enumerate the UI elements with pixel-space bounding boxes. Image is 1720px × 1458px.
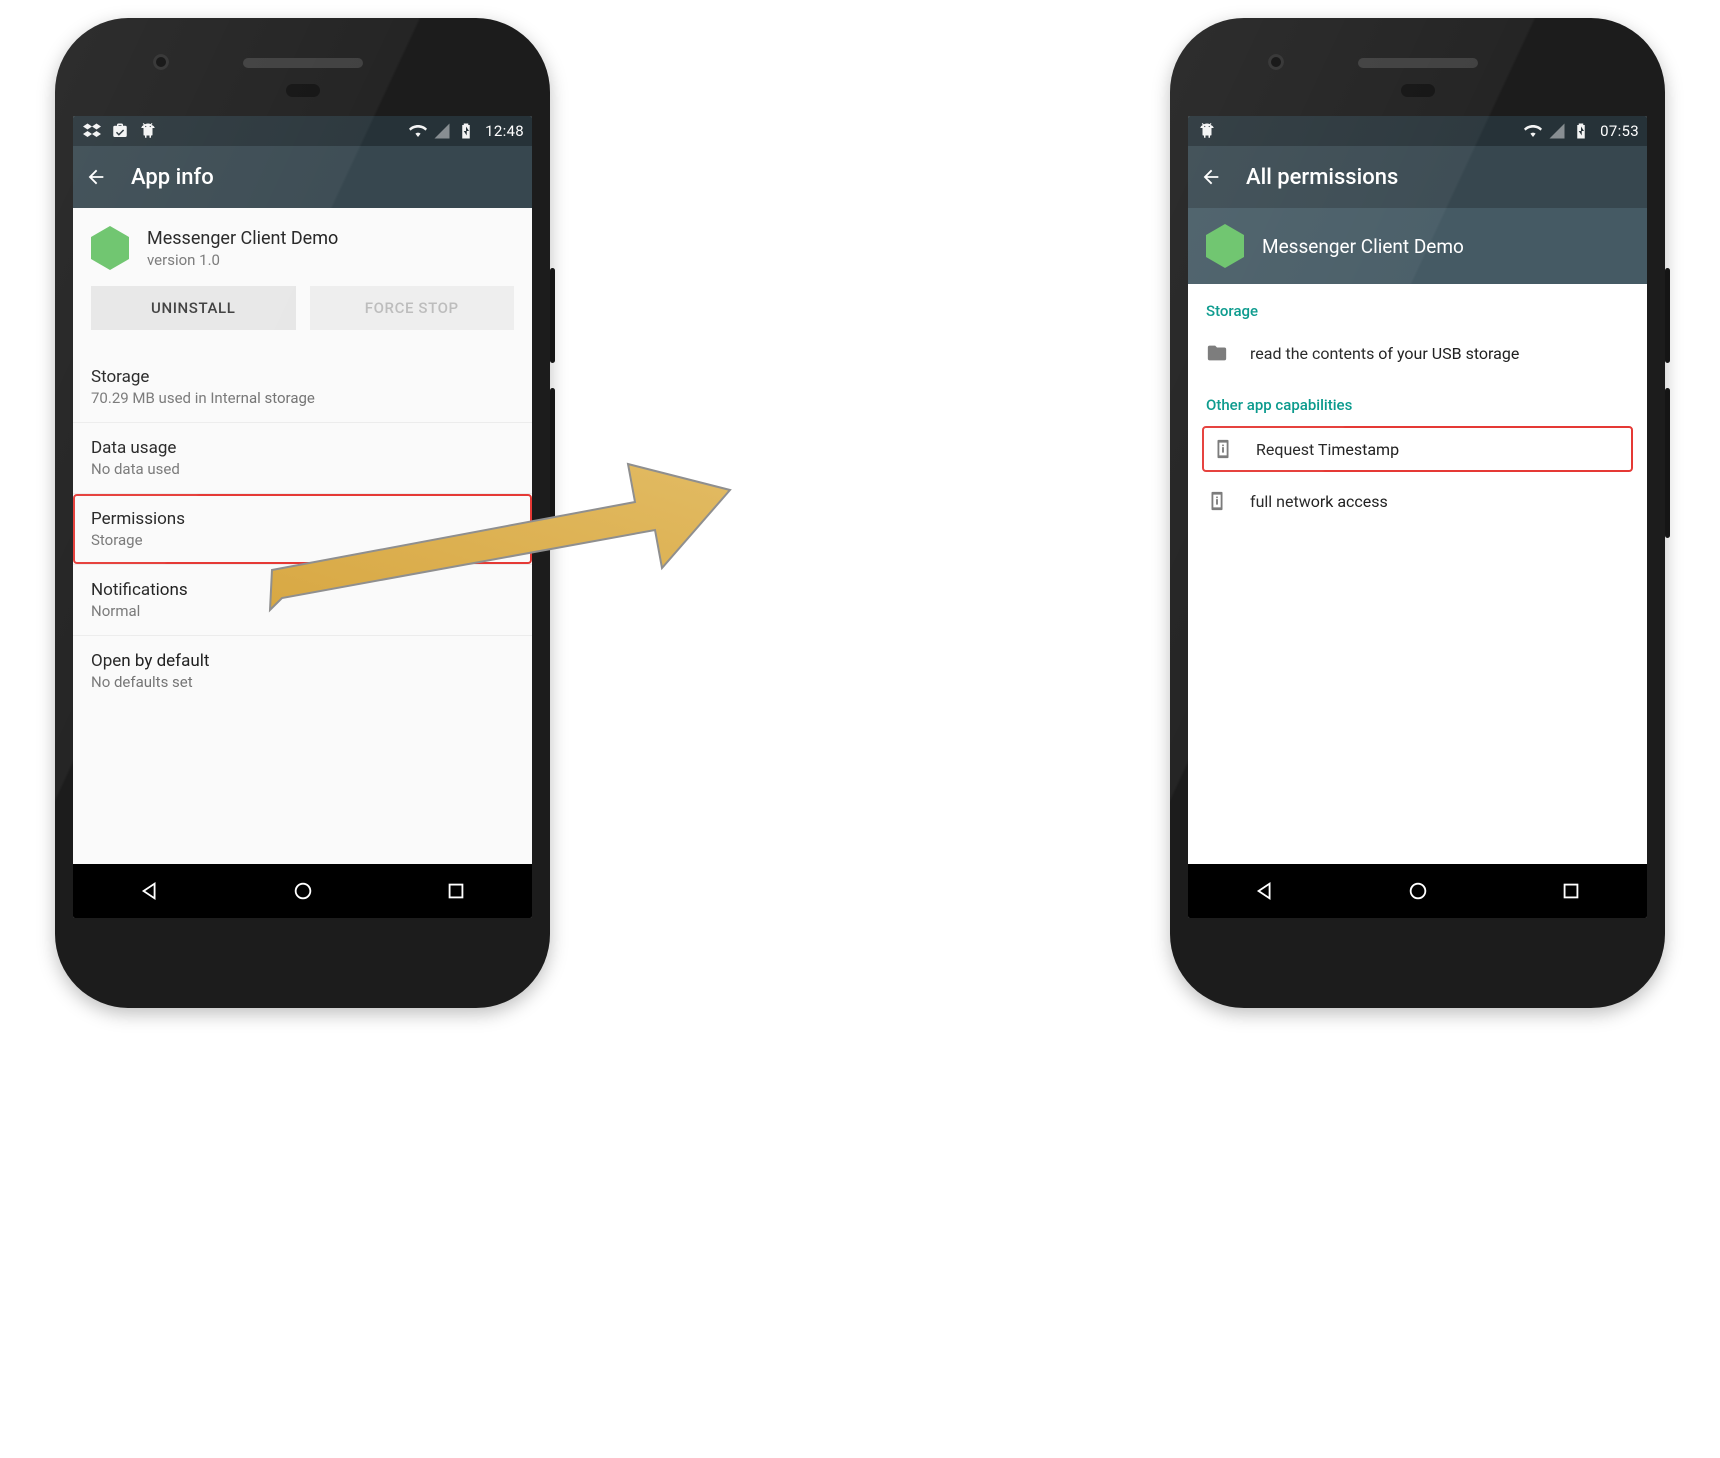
list-item-storage[interactable]: Storage 70.29 MB used in Internal storag… [73, 352, 532, 423]
status-time: 12:48 [485, 122, 524, 140]
app-icon [91, 226, 129, 270]
nav-recent-icon[interactable] [445, 880, 467, 902]
cell-icon [433, 122, 451, 140]
battery-charge-icon [1572, 122, 1590, 140]
item-sub: 70.29 MB used in Internal storage [91, 389, 514, 407]
content-area: Messenger Client Demo version 1.0 UNINST… [73, 208, 532, 864]
status-bar: 07:53 [1188, 116, 1647, 146]
nav-home-icon[interactable] [292, 880, 314, 902]
item-title: Storage [91, 367, 514, 387]
perm-label: full network access [1250, 492, 1388, 511]
app-name: Messenger Client Demo [147, 228, 338, 249]
app-name: Messenger Client Demo [1262, 235, 1464, 258]
list-item-open-by-default[interactable]: Open by default No defaults set [73, 636, 532, 706]
section-other-label: Other app capabilities [1188, 378, 1647, 422]
nav-home-icon[interactable] [1407, 880, 1429, 902]
item-title: Data usage [91, 438, 514, 458]
app-icon [1206, 224, 1244, 268]
item-title: Notifications [91, 580, 514, 600]
item-title: Open by default [91, 651, 514, 671]
perm-read-usb-storage[interactable]: read the contents of your USB storage [1188, 328, 1647, 378]
dropbox-icon [83, 122, 101, 140]
app-header: Messenger Client Demo version 1.0 [73, 208, 532, 286]
wifi-icon [1524, 122, 1542, 140]
earpiece [1358, 58, 1478, 68]
folder-icon [1206, 342, 1228, 364]
phone-app-info: 12:48 App info Messenger Client Demo ver… [55, 18, 550, 1008]
volume-button[interactable] [1665, 388, 1670, 538]
app-header: Messenger Client Demo [1188, 208, 1647, 284]
nav-bar [73, 864, 532, 918]
nav-bar [1188, 864, 1647, 918]
back-icon[interactable] [1200, 166, 1222, 188]
section-storage-label: Storage [1188, 284, 1647, 328]
nav-recent-icon[interactable] [1560, 880, 1582, 902]
list-item-data-usage[interactable]: Data usage No data used [73, 423, 532, 494]
perm-label: read the contents of your USB storage [1250, 344, 1519, 363]
app-bar: All permissions [1188, 146, 1647, 208]
app-bar: App info [73, 146, 532, 208]
perm-full-network-access[interactable]: full network access [1188, 476, 1647, 526]
item-title: Permissions [91, 509, 514, 529]
briefcase-check-icon [111, 122, 129, 140]
battery-charge-icon [457, 122, 475, 140]
info-device-icon [1206, 490, 1228, 512]
app-version: version 1.0 [147, 251, 338, 269]
item-sub: Normal [91, 602, 514, 620]
android-icon [139, 122, 157, 140]
wifi-icon [409, 122, 427, 140]
list-item-permissions[interactable]: Permissions Storage [73, 494, 532, 565]
power-button[interactable] [1665, 268, 1670, 363]
nav-back-icon[interactable] [139, 880, 161, 902]
nav-back-icon[interactable] [1254, 880, 1276, 902]
page-title: App info [131, 165, 214, 190]
proximity-sensor [286, 84, 320, 97]
earpiece [243, 58, 363, 68]
item-sub: No defaults set [91, 673, 514, 691]
item-sub: No data used [91, 460, 514, 478]
volume-button[interactable] [550, 388, 555, 538]
uninstall-button[interactable]: UNINSTALL [91, 286, 296, 330]
cell-icon [1548, 122, 1566, 140]
screen-app-info: 12:48 App info Messenger Client Demo ver… [73, 116, 532, 918]
status-bar: 12:48 [73, 116, 532, 146]
screen-all-permissions: 07:53 All permissions Messenger Client D… [1188, 116, 1647, 918]
info-device-icon [1212, 438, 1234, 460]
force-stop-button: FORCE STOP [310, 286, 515, 330]
proximity-sensor [1401, 84, 1435, 97]
android-icon [1198, 122, 1216, 140]
list-item-notifications[interactable]: Notifications Normal [73, 565, 532, 636]
item-sub: Storage [91, 531, 514, 549]
power-button[interactable] [550, 268, 555, 363]
perm-label: Request Timestamp [1256, 440, 1399, 459]
status-time: 07:53 [1600, 122, 1639, 140]
back-icon[interactable] [85, 166, 107, 188]
content-area: Storage read the contents of your USB st… [1188, 284, 1647, 864]
perm-request-timestamp[interactable]: Request Timestamp [1202, 426, 1633, 472]
phone-all-permissions: 07:53 All permissions Messenger Client D… [1170, 18, 1665, 1008]
page-title: All permissions [1246, 165, 1398, 190]
